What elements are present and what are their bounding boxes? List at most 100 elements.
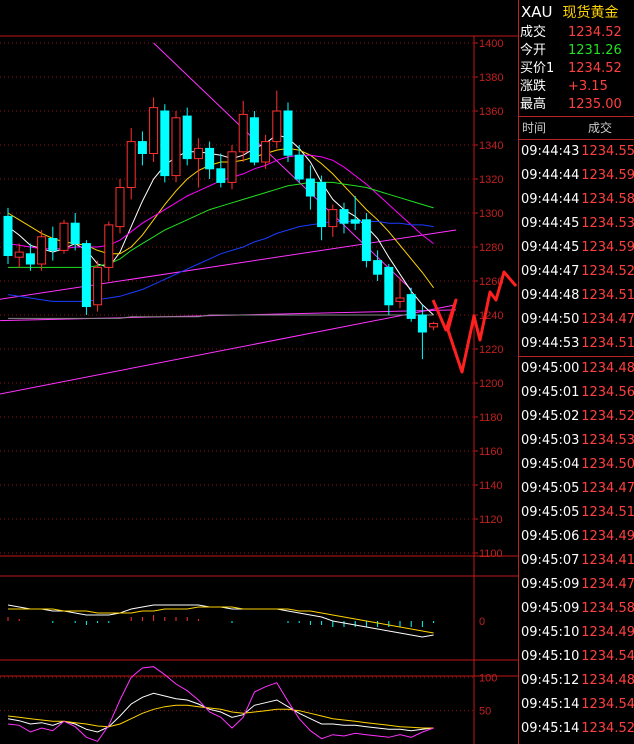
tick-time: 09:45:02 bbox=[521, 409, 580, 424]
tick-row[interactable]: 09:44:53 1234.51 bbox=[519, 332, 634, 356]
kdj-tick-label: 100 bbox=[479, 672, 497, 684]
tick-price: 1234.51 bbox=[581, 288, 634, 303]
tick-row[interactable]: 09:45:10 1234.54 bbox=[519, 645, 634, 669]
tick-price: 1234.59 bbox=[581, 240, 634, 255]
quote-value: 1234.52 bbox=[568, 25, 622, 40]
trend-line bbox=[0, 304, 457, 395]
tick-time: 09:45:00 bbox=[521, 361, 580, 376]
tick-price: 1234.48 bbox=[581, 361, 634, 376]
tick-time: 09:45:09 bbox=[521, 577, 580, 592]
quote-row: 最高 1235.00 bbox=[519, 96, 634, 114]
tick-price: 1234.51 bbox=[581, 336, 634, 351]
candle-body bbox=[249, 117, 259, 163]
macd-line bbox=[8, 606, 434, 634]
candle-body bbox=[126, 141, 136, 189]
tick-row[interactable]: 09:44:44 1234.58 bbox=[519, 188, 634, 212]
tick-price: 1234.58 bbox=[581, 601, 634, 616]
candle-body bbox=[93, 266, 103, 306]
tick-row[interactable]: 09:45:05 1234.51 bbox=[519, 501, 634, 525]
tick-row[interactable]: 09:44:47 1234.52 bbox=[519, 260, 634, 284]
candlestick-chart[interactable]: 1400138013601340132013001280126012401220… bbox=[0, 0, 518, 744]
candle-body bbox=[328, 209, 338, 228]
kdj-tick-label: 50 bbox=[479, 706, 491, 718]
tick-row[interactable]: 09:44:44 1234.59 bbox=[519, 164, 634, 188]
tick-price: 1234.55 bbox=[581, 144, 634, 159]
tick-row[interactable]: 09:44:50 1234.47 bbox=[519, 308, 634, 332]
y-tick-label: 1140 bbox=[479, 480, 503, 492]
instrument-name: 现货黄金 bbox=[562, 5, 619, 21]
tick-row[interactable]: 09:45:12 1234.48 bbox=[519, 669, 634, 693]
candle-body bbox=[227, 151, 237, 183]
tick-price: 1234.58 bbox=[581, 192, 634, 207]
quote-row: 成交 1234.52 bbox=[519, 24, 634, 42]
y-tick-label: 1360 bbox=[479, 106, 503, 118]
candle-body bbox=[261, 141, 271, 163]
tick-row[interactable]: 09:45:01 1234.56 bbox=[519, 381, 634, 405]
candle-body bbox=[339, 209, 349, 224]
tick-price: 1234.48 bbox=[581, 673, 634, 688]
candle-body bbox=[3, 215, 13, 256]
tick-row[interactable]: 09:44:48 1234.51 bbox=[519, 284, 634, 308]
quote-value: +3.15 bbox=[568, 79, 608, 94]
y-tick-label: 1220 bbox=[479, 344, 503, 356]
tick-row[interactable]: 09:45:03 1234.53 bbox=[519, 429, 634, 453]
tick-row[interactable]: 09:45:14 1234.52 bbox=[519, 717, 634, 741]
tick-time: 09:44:53 bbox=[521, 336, 580, 351]
tick-row[interactable]: 09:44:43 1234.55 bbox=[519, 140, 634, 164]
tick-price: 1234.53 bbox=[581, 216, 634, 231]
tick-time: 09:45:09 bbox=[521, 601, 580, 616]
tick-time: 09:45:04 bbox=[521, 457, 580, 472]
tick-row[interactable]: 09:45:06 1234.49 bbox=[519, 525, 634, 549]
tick-price: 1234.47 bbox=[581, 481, 634, 496]
header-time: 时间 bbox=[522, 121, 547, 135]
tick-row[interactable]: 09:45:05 1234.47 bbox=[519, 477, 634, 501]
quote-row: 买价1 1234.52 bbox=[519, 60, 634, 78]
tick-price: 1234.50 bbox=[581, 457, 634, 472]
candle-body bbox=[305, 178, 315, 197]
tick-time: 09:44:45 bbox=[521, 216, 580, 231]
quote-row: 今开 1231.26 bbox=[519, 42, 634, 60]
tick-row[interactable]: 09:45:09 1234.58 bbox=[519, 597, 634, 621]
candle-body bbox=[81, 243, 91, 308]
tick-time: 09:44:47 bbox=[521, 264, 580, 279]
candle-body bbox=[272, 110, 282, 143]
tick-row[interactable]: 09:45:04 1234.50 bbox=[519, 453, 634, 477]
candle-body bbox=[48, 238, 58, 251]
quote-label: 买价1 bbox=[520, 61, 555, 76]
tick-price: 1234.59 bbox=[581, 168, 634, 183]
tick-price: 1234.47 bbox=[581, 577, 634, 592]
chart-area[interactable]: 1400 1380 1360 1340 1320 1300 1280 1260 1240 1220… bbox=[0, 0, 518, 744]
macd-tick-label: 0 bbox=[479, 616, 485, 628]
candle-body bbox=[361, 219, 371, 262]
candle-body bbox=[395, 297, 405, 302]
tick-time: 09:45:03 bbox=[521, 433, 580, 448]
candle-body bbox=[294, 154, 304, 180]
tick-row[interactable]: 09:45:14 1234.54 bbox=[519, 693, 634, 717]
tick-price: 1234.52 bbox=[581, 409, 634, 424]
quote-row: 涨跌 +3.15 bbox=[519, 78, 634, 96]
candle-body bbox=[317, 181, 327, 228]
candle-body bbox=[417, 314, 427, 333]
tick-row[interactable]: 09:45:09 1234.47 bbox=[519, 573, 634, 597]
y-tick-label: 1320 bbox=[479, 174, 503, 186]
tick-time: 09:45:07 bbox=[521, 553, 580, 568]
candle-body bbox=[160, 110, 170, 177]
tick-row[interactable]: 09:44:45 1234.53 bbox=[519, 212, 634, 236]
y-tick-label: 1180 bbox=[479, 412, 503, 424]
candle-body bbox=[149, 107, 159, 154]
tick-row[interactable]: 09:45:02 1234.52 bbox=[519, 405, 634, 429]
tick-row[interactable]: 09:45:10 1234.49 bbox=[519, 621, 634, 645]
tick-row[interactable]: 09:44:45 1234.59 bbox=[519, 236, 634, 260]
candle-body bbox=[429, 323, 439, 328]
quote-label: 最高 bbox=[520, 97, 547, 112]
tick-price: 1234.54 bbox=[581, 697, 634, 712]
tick-price: 1234.41 bbox=[581, 553, 634, 568]
tick-row[interactable]: 09:45:07 1234.41 bbox=[519, 549, 634, 573]
candle-body bbox=[205, 147, 215, 170]
tick-list-panel[interactable]: 时间 成交 09:44:43 1234.55 09:44:44 1234.59 09:4… bbox=[518, 116, 634, 744]
tick-row[interactable]: 09:45:00 1234.48 bbox=[519, 357, 634, 381]
tick-time: 09:44:43 bbox=[521, 144, 580, 159]
tick-time: 09:44:45 bbox=[521, 240, 580, 255]
y-tick-label: 1300 bbox=[479, 208, 503, 220]
quote-label: 涨跌 bbox=[520, 79, 547, 94]
